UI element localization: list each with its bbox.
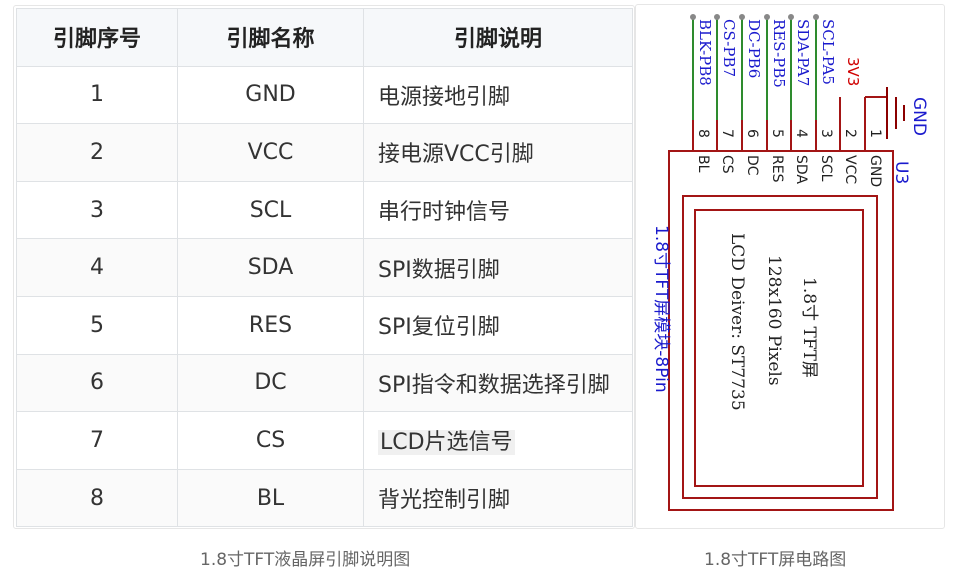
pin-description: 背光控制引脚 <box>363 468 633 528</box>
power-3v3-label: 3V3 <box>844 57 862 86</box>
schematic-card: BLK-PB8 CS-PB7 DC-PB6 RES-PB5 SDA-PA7 SC… <box>635 4 945 529</box>
pin-name-label: DC <box>744 155 760 176</box>
pin-name-label: VCC <box>842 155 858 184</box>
pin-name: BL <box>177 468 364 528</box>
pin-number: 3 <box>16 180 178 240</box>
pin-names: BL CS DC RES SDA SCL VCC GND <box>695 155 883 187</box>
pin-description: SPI复位引脚 <box>363 295 633 355</box>
ground-symbol <box>886 87 905 139</box>
net-label: DC-PB6 <box>745 19 763 78</box>
wire-endpoint-dot <box>764 14 770 20</box>
schematic-caption: 1.8寸TFT屏电路图 <box>704 550 847 570</box>
net-label: SDA-PA7 <box>794 19 812 86</box>
net-label: RES-PB5 <box>770 19 788 88</box>
pin-name-label: SCL <box>818 155 834 182</box>
pin-number-label: 2 <box>842 129 858 138</box>
pin-description: 串行时钟信号 <box>363 180 633 240</box>
pin-name: GND <box>177 65 364 125</box>
net-label: SCL-PA5 <box>819 19 837 85</box>
pin-table-card: 引脚序号 引脚名称 引脚说明 1 GND 电源接地引脚 2 VCC 接电源VCC… <box>13 5 635 529</box>
pin-name-label: RES <box>769 155 785 183</box>
net-label: CS-PB7 <box>720 19 738 77</box>
pin-number-label: 3 <box>818 129 834 138</box>
table-row: 2 VCC 接电源VCC引脚 <box>16 123 633 182</box>
lcd-text-line: LCD Deiver: ST7735 <box>727 233 747 411</box>
pin-name-label: CS <box>719 155 735 174</box>
pin-name: SCL <box>177 180 364 240</box>
pin-description-highlight: LCD片选信号 <box>378 430 515 456</box>
table-row: 3 SCL 串行时钟信号 <box>16 180 633 240</box>
table-header-row: 引脚序号 引脚名称 引脚说明 <box>16 8 633 67</box>
pin-number: 6 <box>16 353 178 413</box>
pin-number-label: 1 <box>867 129 883 138</box>
schematic-diagram: BLK-PB8 CS-PB7 DC-PB6 RES-PB5 SDA-PA7 SC… <box>651 14 929 511</box>
pin-number: 8 <box>16 468 178 528</box>
table-row: 6 DC SPI指令和数据选择引脚 <box>16 353 633 413</box>
pin-description: 电源接地引脚 <box>363 65 633 125</box>
lcd-text-line: 1.8寸 TFT屏 <box>799 277 819 378</box>
net-label: BLK-PB8 <box>696 19 714 86</box>
pin-table: 引脚序号 引脚名称 引脚说明 1 GND 电源接地引脚 2 VCC 接电源VCC… <box>16 8 633 528</box>
module-label: 1.8寸TFT屏模块-8Pin <box>651 225 671 393</box>
table-caption: 1.8寸TFT液晶屏引脚说明图 <box>200 550 411 570</box>
wire-endpoint-dot <box>690 14 696 20</box>
pin-number: 2 <box>16 123 178 182</box>
pin-number-label: 6 <box>744 129 760 138</box>
wire-endpoint-dot <box>739 14 745 20</box>
pin-name-label: SDA <box>793 155 809 184</box>
pin-name-label: GND <box>867 155 883 187</box>
pin-name: VCC <box>177 123 364 182</box>
pin-number: 1 <box>16 65 178 125</box>
pin-name: SDA <box>177 238 364 297</box>
pin-number-label: 5 <box>769 129 785 138</box>
pin-name: RES <box>177 295 364 355</box>
pin-number: 5 <box>16 295 178 355</box>
wire-endpoint-dot <box>813 14 819 20</box>
table-row: 4 SDA SPI数据引脚 <box>16 238 633 297</box>
table-row: 5 RES SPI复位引脚 <box>16 295 633 355</box>
pin-description: 接电源VCC引脚 <box>363 123 633 182</box>
pin-description: LCD片选信号 <box>363 411 633 470</box>
pin-number-label: 7 <box>719 129 735 138</box>
lcd-text: 1.8寸 TFT屏 128x160 Pixels LCD Deiver: ST7… <box>727 233 819 411</box>
designator-label: U3 <box>891 161 911 184</box>
header-pin-description: 引脚说明 <box>363 8 633 67</box>
ground-label: GND <box>909 97 929 136</box>
pin-name-label: BL <box>695 155 711 173</box>
header-pin-number: 引脚序号 <box>16 8 178 67</box>
pin-name: CS <box>177 411 364 470</box>
pin-number: 4 <box>16 238 178 297</box>
pin-name: DC <box>177 353 364 413</box>
pin-number-label: 8 <box>695 129 711 138</box>
lcd-text-line: 128x160 Pixels <box>764 255 784 386</box>
pin-description: SPI指令和数据选择引脚 <box>363 353 633 413</box>
table-row: 7 CS LCD片选信号 <box>16 411 633 470</box>
pin-description: SPI数据引脚 <box>363 238 633 297</box>
table-row: 8 BL 背光控制引脚 <box>16 468 633 528</box>
pin-numbers: 8 7 6 5 4 3 2 1 <box>695 129 883 138</box>
pin-number: 7 <box>16 411 178 470</box>
pin-number-label: 4 <box>793 129 809 138</box>
table-row: 1 GND 电源接地引脚 <box>16 65 633 125</box>
header-pin-name: 引脚名称 <box>177 8 364 67</box>
